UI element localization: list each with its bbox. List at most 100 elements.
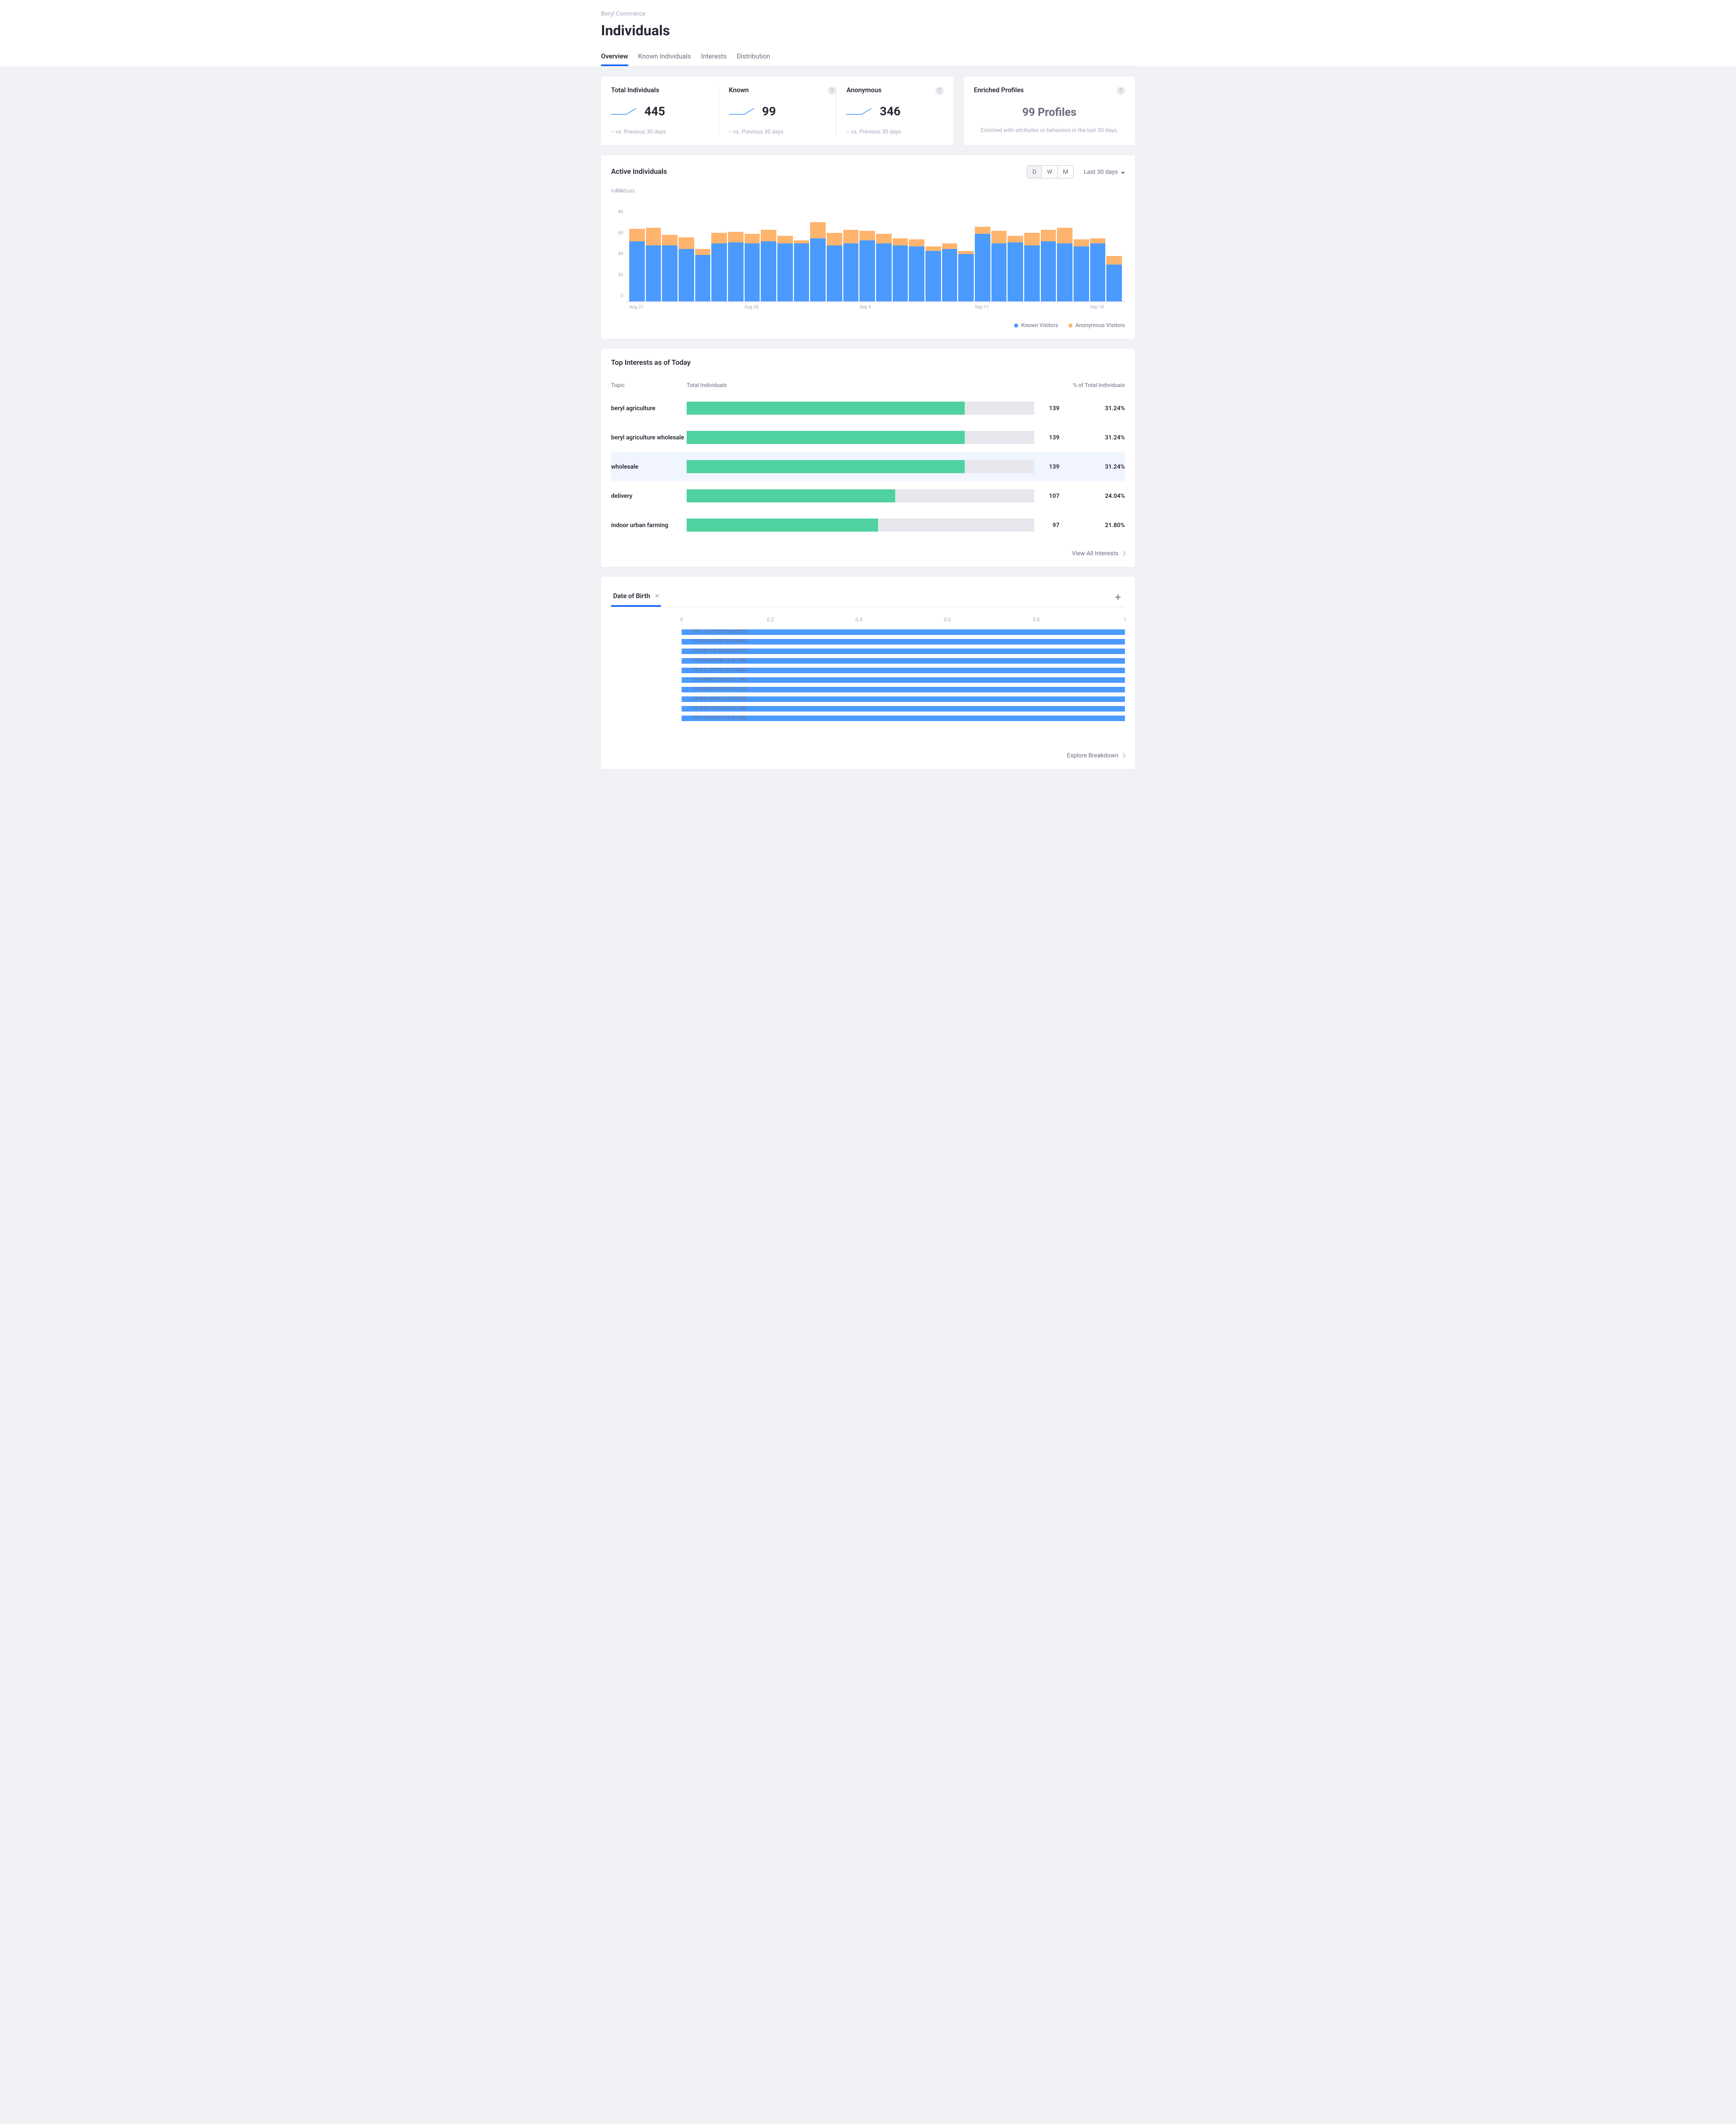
add-tab-button[interactable]: + xyxy=(1111,589,1125,605)
bar-column[interactable] xyxy=(1057,196,1073,301)
dob-row[interactable]: 1976-01-24T17:47:02.075Z xyxy=(682,695,1125,702)
legend-label: Anonymous Visitors xyxy=(1076,322,1125,329)
dob-row[interactable]: 1972-11-23T00:16:31.884Z xyxy=(682,667,1125,674)
bar-column[interactable] xyxy=(843,196,859,301)
interest-count: 139 xyxy=(1034,405,1064,412)
bar-column[interactable] xyxy=(1024,196,1040,301)
bar-known-segment xyxy=(695,255,711,301)
bar-anon-segment xyxy=(711,233,727,243)
bar-column[interactable] xyxy=(991,196,1007,301)
explore-breakdown-link[interactable]: Explore Breakdown xyxy=(611,742,1125,759)
sparkline-icon xyxy=(611,106,636,116)
view-all-interests-link[interactable]: View All Interests xyxy=(611,540,1125,557)
bar-anon-segment xyxy=(810,222,826,238)
breadcrumb[interactable]: Beryl Commerce xyxy=(601,10,1135,17)
bar-column[interactable] xyxy=(777,196,793,301)
bar-column[interactable] xyxy=(679,196,694,301)
x-tick xyxy=(893,305,908,310)
bar-column[interactable] xyxy=(728,196,744,301)
bar-column[interactable] xyxy=(695,196,711,301)
dob-row[interactable]: 1972-08-25T08:14:30.205Z xyxy=(682,657,1125,664)
bar-column[interactable] xyxy=(1106,196,1122,301)
dob-row[interactable]: 1976-05-16T13:27:24.265Z xyxy=(682,705,1125,712)
bar-column[interactable] xyxy=(761,196,776,301)
dob-row[interactable]: 1972-04-14T00:30:35.834Z xyxy=(682,638,1125,645)
dob-tab[interactable]: Date of Birth × xyxy=(611,587,661,607)
bar-known-segment xyxy=(728,242,744,301)
active-individuals-card: Active Individuals DWM Last 30 days Indi… xyxy=(601,155,1135,339)
interest-pct: 31.24% xyxy=(1064,463,1125,470)
bar-column[interactable] xyxy=(745,196,760,301)
bar-anon-segment xyxy=(876,234,892,243)
bar-column[interactable] xyxy=(859,196,875,301)
bar-anon-segment xyxy=(909,239,924,247)
dob-row[interactable]: 1977-10-04T01:14:39.390Z xyxy=(682,715,1125,722)
tab-distribution[interactable]: Distribution xyxy=(737,49,770,66)
interest-row[interactable]: delivery10724.04% xyxy=(611,481,1125,510)
stat-subtext: -- vs. Previous 30 days xyxy=(846,128,944,135)
interest-row[interactable]: wholesale13931.24% xyxy=(611,452,1125,481)
bar-column[interactable] xyxy=(827,196,842,301)
col-header-pct: % of Total Individuals xyxy=(1064,382,1125,389)
interest-row[interactable]: beryl agriculture13931.24% xyxy=(611,394,1125,423)
dob-label: 1976-01-24T17:47:02.075Z xyxy=(682,696,750,701)
bar-column[interactable] xyxy=(646,196,661,301)
tab-known-individuals[interactable]: Known Individuals xyxy=(638,49,691,66)
dob-row[interactable]: 1974-08-03T20:07:33.315Z xyxy=(682,686,1125,693)
x-tick xyxy=(679,305,694,310)
x-tick xyxy=(646,305,661,310)
time-range-select[interactable]: Last 30 days xyxy=(1084,168,1125,175)
x-tick: Aug 21 xyxy=(629,305,645,310)
tab-interests[interactable]: Interests xyxy=(701,49,727,66)
seg-d[interactable]: D xyxy=(1027,166,1042,178)
interest-bar: 139 xyxy=(687,431,1064,444)
bar-known-segment xyxy=(1024,245,1040,301)
bar-column[interactable] xyxy=(1008,196,1023,301)
interest-row[interactable]: indoor urban farming9721.80% xyxy=(611,510,1125,540)
dob-label: 1972-08-25T08:14:30.205Z xyxy=(682,658,750,663)
dob-row[interactable]: 1972-07-14T13:36:14.617Z xyxy=(682,648,1125,655)
dob-row[interactable]: 1971-10-27T07:35:06.672Z xyxy=(682,628,1125,635)
info-icon[interactable]: ? xyxy=(1117,87,1125,95)
tab-overview[interactable]: Overview xyxy=(601,49,628,66)
bar-column[interactable] xyxy=(1041,196,1056,301)
bar-anon-segment xyxy=(695,249,711,255)
legend-dot-icon xyxy=(1069,324,1073,328)
bar-column[interactable] xyxy=(925,196,941,301)
interest-row[interactable]: beryl agriculture wholesale13931.24% xyxy=(611,423,1125,452)
bar-anon-segment xyxy=(1024,233,1040,245)
close-icon[interactable]: × xyxy=(655,592,659,600)
x-tick xyxy=(761,305,776,310)
x-tick xyxy=(711,305,727,310)
bar-known-segment xyxy=(679,249,694,302)
dob-row[interactable]: 1973-08-05T23:54:25.164Z xyxy=(682,676,1125,683)
bar-column[interactable] xyxy=(1090,196,1106,301)
bar-column[interactable] xyxy=(975,196,990,301)
bar-known-segment xyxy=(745,243,760,301)
bar-column[interactable] xyxy=(942,196,958,301)
bar-column[interactable] xyxy=(629,196,645,301)
bar-column[interactable] xyxy=(909,196,924,301)
info-icon[interactable]: ? xyxy=(828,87,836,95)
bar-known-segment xyxy=(827,245,842,301)
bar-known-segment xyxy=(925,251,941,301)
x-tick xyxy=(1057,305,1073,310)
bar-column[interactable] xyxy=(893,196,908,301)
info-icon[interactable]: ? xyxy=(936,87,944,95)
bar-column[interactable] xyxy=(794,196,810,301)
bar-column[interactable] xyxy=(711,196,727,301)
stat-value: 445 xyxy=(644,104,665,118)
seg-m[interactable]: M xyxy=(1058,166,1073,178)
bar-column[interactable] xyxy=(810,196,826,301)
stat-subtext: -- vs. Previous 30 days xyxy=(611,128,708,135)
bar-column[interactable] xyxy=(662,196,678,301)
bar-anon-segment xyxy=(629,229,645,241)
x-tick xyxy=(1024,305,1040,310)
bar-column[interactable] xyxy=(1074,196,1089,301)
seg-w[interactable]: W xyxy=(1042,166,1058,178)
bar-column[interactable] xyxy=(876,196,892,301)
bar-column[interactable] xyxy=(958,196,974,301)
interest-count: 97 xyxy=(1034,522,1064,529)
sparkline-icon xyxy=(729,106,754,116)
interest-topic: beryl agriculture xyxy=(611,405,687,412)
